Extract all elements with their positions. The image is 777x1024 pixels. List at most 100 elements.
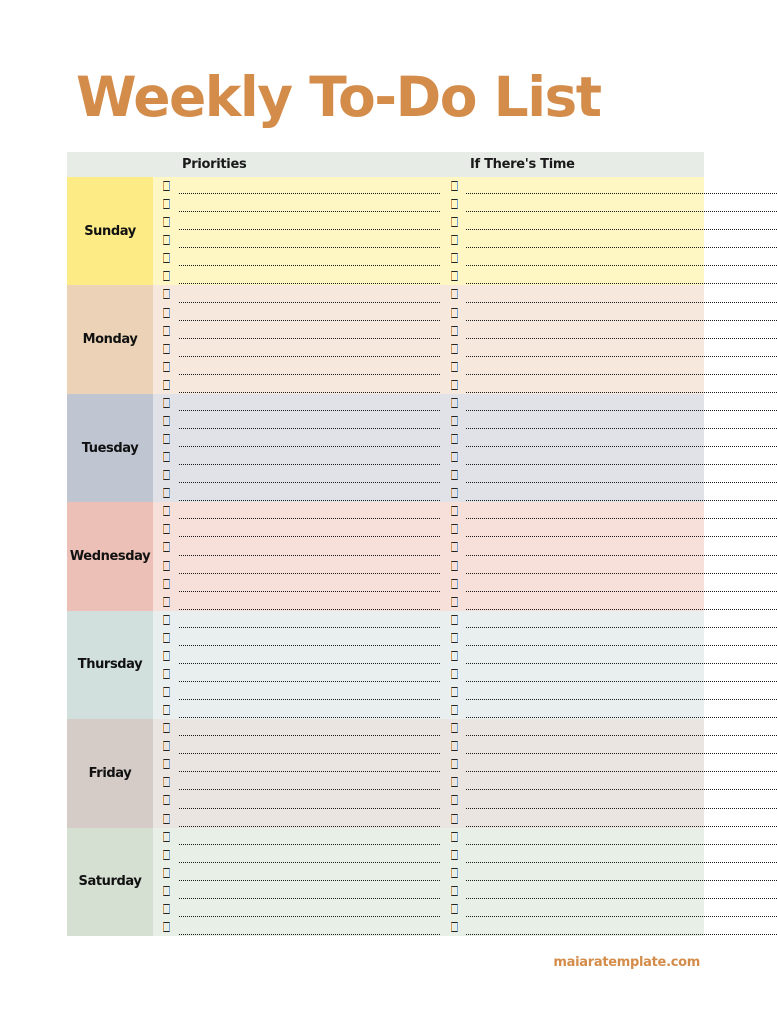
if-time-checkbox[interactable] (451, 849, 458, 860)
priority-checkbox[interactable] (163, 542, 170, 553)
if-time-checkbox[interactable] (451, 777, 458, 788)
if-time-task-line[interactable] (466, 789, 777, 791)
priority-task-line[interactable] (179, 319, 440, 321)
if-time-checkbox[interactable] (451, 289, 458, 300)
if-time-checkbox[interactable] (451, 524, 458, 535)
priority-checkbox[interactable] (163, 867, 170, 878)
priority-task-line[interactable] (179, 608, 440, 610)
priority-checkbox[interactable] (163, 524, 170, 535)
if-time-checkbox[interactable] (451, 921, 458, 932)
if-time-checkbox[interactable] (451, 271, 458, 282)
priority-checkbox[interactable] (163, 705, 170, 716)
priority-task-line[interactable] (179, 789, 440, 791)
priority-checkbox[interactable] (163, 777, 170, 788)
priority-task-line[interactable] (179, 825, 440, 827)
if-time-checkbox[interactable] (451, 596, 458, 607)
priority-task-line[interactable] (179, 843, 440, 845)
priority-task-line[interactable] (179, 500, 440, 502)
if-time-task-line[interactable] (466, 825, 777, 827)
if-time-checkbox[interactable] (451, 434, 458, 444)
priority-checkbox[interactable] (163, 325, 170, 336)
priority-checkbox[interactable] (163, 181, 170, 191)
priority-task-line[interactable] (179, 590, 440, 592)
if-time-checkbox[interactable] (451, 723, 458, 734)
priority-task-line[interactable] (179, 518, 440, 520)
if-time-task-line[interactable] (466, 590, 777, 592)
priority-task-line[interactable] (179, 717, 440, 719)
if-time-checkbox[interactable] (451, 217, 458, 228)
if-time-task-line[interactable] (466, 897, 777, 899)
if-time-task-line[interactable] (466, 428, 777, 429)
if-time-checkbox[interactable] (451, 560, 458, 571)
if-time-checkbox[interactable] (451, 614, 458, 625)
if-time-checkbox[interactable] (451, 650, 458, 661)
priority-checkbox[interactable] (163, 813, 170, 824)
if-time-checkbox[interactable] (451, 705, 458, 716)
if-time-checkbox[interactable] (451, 687, 458, 697)
priority-task-line[interactable] (179, 193, 440, 195)
if-time-task-line[interactable] (466, 608, 777, 610)
if-time-checkbox[interactable] (451, 759, 458, 770)
if-time-task-line[interactable] (466, 319, 777, 321)
if-time-task-line[interactable] (466, 681, 777, 682)
priority-task-line[interactable] (179, 265, 440, 267)
if-time-task-line[interactable] (466, 861, 777, 863)
priority-checkbox[interactable] (163, 199, 170, 210)
if-time-task-line[interactable] (466, 193, 777, 195)
if-time-checkbox[interactable] (451, 397, 458, 408)
if-time-task-line[interactable] (466, 554, 777, 556)
priority-task-line[interactable] (179, 283, 440, 285)
if-time-task-line[interactable] (466, 247, 777, 249)
priority-checkbox[interactable] (163, 235, 170, 246)
if-time-task-line[interactable] (466, 283, 777, 285)
if-time-checkbox[interactable] (451, 831, 458, 842)
priority-checkbox[interactable] (163, 795, 170, 806)
if-time-checkbox[interactable] (451, 542, 458, 553)
if-time-task-line[interactable] (466, 391, 777, 393)
if-time-checkbox[interactable] (451, 415, 458, 426)
priority-task-line[interactable] (179, 391, 440, 393)
priority-task-line[interactable] (179, 373, 440, 375)
if-time-checkbox[interactable] (451, 181, 458, 191)
priority-checkbox[interactable] (163, 614, 170, 625)
priority-checkbox[interactable] (163, 452, 170, 463)
priority-checkbox[interactable] (163, 759, 170, 770)
priority-checkbox[interactable] (163, 741, 170, 752)
if-time-task-line[interactable] (466, 644, 777, 646)
if-time-checkbox[interactable] (451, 488, 458, 499)
priority-task-line[interactable] (179, 229, 440, 231)
if-time-checkbox[interactable] (451, 325, 458, 336)
priority-checkbox[interactable] (163, 885, 170, 896)
priority-checkbox[interactable] (163, 307, 170, 318)
priority-task-line[interactable] (179, 409, 440, 411)
priority-checkbox[interactable] (163, 253, 170, 264)
if-time-checkbox[interactable] (451, 235, 458, 246)
priority-checkbox[interactable] (163, 723, 170, 734)
priority-task-line[interactable] (179, 355, 440, 357)
priority-checkbox[interactable] (163, 397, 170, 408)
priority-task-line[interactable] (179, 464, 440, 466)
priority-task-line[interactable] (179, 626, 440, 628)
priority-task-line[interactable] (179, 735, 440, 737)
priority-task-line[interactable] (179, 536, 440, 538)
priority-checkbox[interactable] (163, 271, 170, 282)
if-time-checkbox[interactable] (451, 813, 458, 824)
priority-task-line[interactable] (179, 934, 440, 935)
if-time-task-line[interactable] (466, 355, 777, 357)
priority-checkbox[interactable] (163, 217, 170, 228)
if-time-checkbox[interactable] (451, 867, 458, 878)
if-time-checkbox[interactable] (451, 379, 458, 390)
priority-task-line[interactable] (179, 753, 440, 755)
priority-checkbox[interactable] (163, 632, 170, 643)
priority-task-line[interactable] (179, 771, 440, 773)
if-time-task-line[interactable] (466, 843, 777, 845)
priority-checkbox[interactable] (163, 578, 170, 589)
if-time-task-line[interactable] (466, 771, 777, 773)
if-time-checkbox[interactable] (451, 632, 458, 643)
priority-task-line[interactable] (179, 337, 440, 339)
priority-checkbox[interactable] (163, 470, 170, 481)
if-time-task-line[interactable] (466, 753, 777, 755)
priority-task-line[interactable] (179, 572, 440, 574)
if-time-checkbox[interactable] (451, 506, 458, 517)
priority-checkbox[interactable] (163, 921, 170, 932)
